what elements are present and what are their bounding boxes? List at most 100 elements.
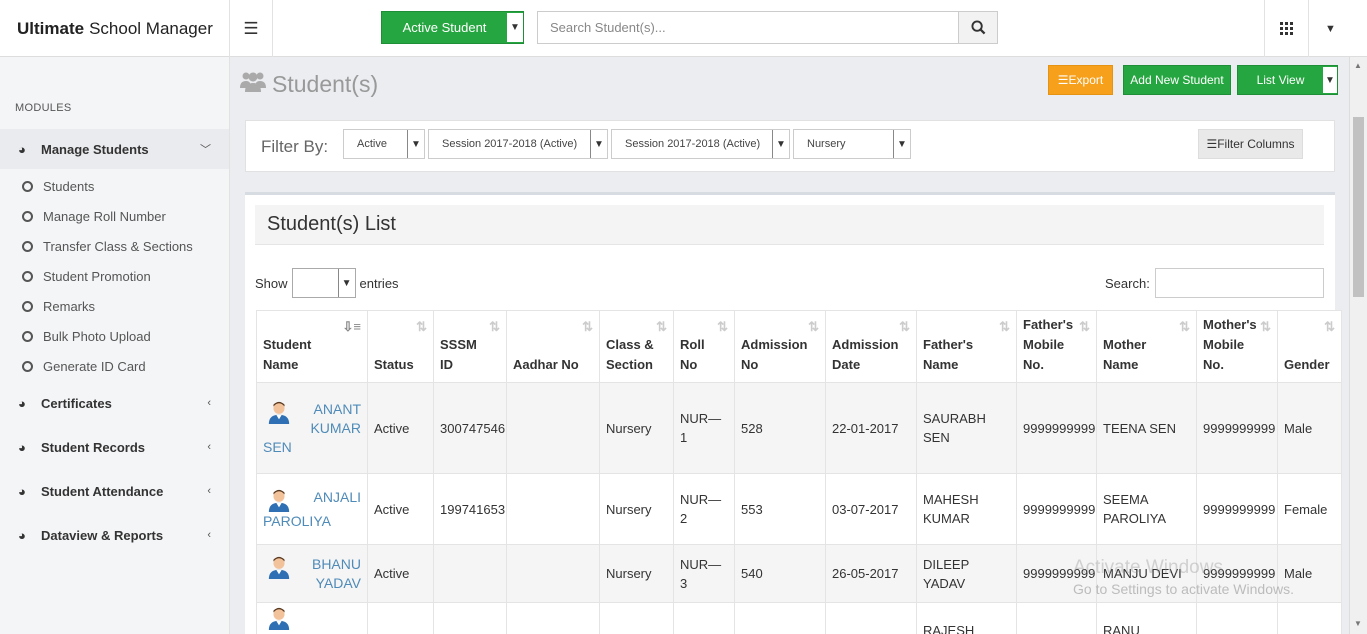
brand-logo[interactable]: Ultimate School Manager xyxy=(0,0,230,57)
student-name-link[interactable]: YADAV xyxy=(316,575,361,591)
chevron-down-icon: ▼ xyxy=(893,130,910,158)
table-row[interactable]: ANANT KUMAR SEN Active 300747546 Nursery… xyxy=(256,382,1342,474)
session-select-2[interactable]: Session 2017-2018 (Active) ▼ xyxy=(611,129,790,159)
table-row[interactable]: ANJALI PAROLIYA Active 199741653 Nursery… xyxy=(256,473,1342,545)
status-select[interactable]: Active ▼ xyxy=(343,129,425,159)
submenu-item-students[interactable]: Students xyxy=(0,171,229,201)
circle-icon xyxy=(22,330,33,342)
submenu-item-generate-id-card[interactable]: Generate ID Card xyxy=(0,351,229,381)
circle-icon xyxy=(22,240,33,252)
col-label: Status xyxy=(374,357,414,372)
scroll-up-icon[interactable]: ▲ xyxy=(1354,61,1362,70)
col-label: Date xyxy=(832,357,861,372)
aadhar-cell xyxy=(506,602,600,634)
col-label: Name xyxy=(1103,357,1139,372)
sidebar-item-student-records[interactable]: ◕ Student Records ‹ xyxy=(0,427,229,467)
mother-mobile-cell: 9999999999 xyxy=(1196,473,1278,545)
vertical-scrollbar[interactable]: ▲ ▼ xyxy=(1349,57,1367,634)
scroll-down-icon[interactable]: ▼ xyxy=(1354,619,1362,628)
col-class-section[interactable]: Class & Section ⇅ xyxy=(599,310,674,383)
admission-no-cell: 528 xyxy=(734,382,826,474)
col-mother-mobile[interactable]: Mother's Mobile No. ⇅ xyxy=(1196,310,1278,383)
sidebar-item-dataview-reports[interactable]: ◕ Dataview & Reports ‹ xyxy=(0,515,229,555)
student-name-link[interactable]: SEN xyxy=(263,439,292,455)
entries-label: entries xyxy=(359,275,399,291)
add-new-student-button[interactable]: Add New Student xyxy=(1123,65,1231,95)
aadhar-cell xyxy=(506,544,600,603)
student-name-link[interactable]: ANANT xyxy=(314,401,361,417)
admission-no-cell: 540 xyxy=(734,544,826,603)
session-select-value: Session 2017-2018 (Active) xyxy=(442,138,578,150)
table-search-input[interactable] xyxy=(1154,268,1324,298)
list-view-dropdown[interactable]: List View ▼ xyxy=(1237,65,1338,95)
search-button[interactable] xyxy=(958,11,998,44)
submenu-item-student-promotion[interactable]: Student Promotion xyxy=(0,261,229,291)
sidebar-item-label: Student Attendance xyxy=(41,483,164,499)
sort-icon: ⇅ xyxy=(1179,319,1190,334)
student-search-input[interactable]: Search Student(s)... xyxy=(537,11,959,44)
mother-name-cell: SEEMA PAROLIYA xyxy=(1096,473,1197,545)
session-select-1[interactable]: Session 2017-2018 (Active) ▼ xyxy=(428,129,608,159)
col-label: Admission xyxy=(832,337,899,352)
circle-icon xyxy=(22,300,33,312)
col-mother-name[interactable]: Mother Name ⇅ xyxy=(1096,310,1197,383)
chevron-down-icon: ▼ xyxy=(590,130,607,158)
dashboard-icon: ◕ xyxy=(18,395,26,411)
col-father-mobile[interactable]: Father's Mobile No. ⇅ xyxy=(1016,310,1097,383)
student-name-link[interactable]: KUMAR xyxy=(310,420,361,436)
student-name-link[interactable]: ANJALI xyxy=(314,489,361,505)
aadhar-cell xyxy=(506,473,600,545)
submenu-item-bulk-photo-upload[interactable]: Bulk Photo Upload xyxy=(0,321,229,351)
table-row[interactable]: RAJESH RANU xyxy=(256,602,1342,634)
col-father-name[interactable]: Father's Name ⇅ xyxy=(916,310,1017,383)
col-admission-date[interactable]: Admission Date ⇅ xyxy=(825,310,917,383)
sidebar-item-manage-students[interactable]: ◕ Manage Students ﹀ xyxy=(0,129,229,169)
avatar-icon xyxy=(268,607,290,630)
class-select[interactable]: Nursery ▼ xyxy=(793,129,911,159)
student-name-link[interactable]: PAROLIYA xyxy=(263,513,331,529)
sidebar-item-certificates[interactable]: ◕ Certificates ‹ xyxy=(0,383,229,423)
father-mobile-cell xyxy=(1016,602,1097,634)
entries-select[interactable]: ▼ xyxy=(291,268,356,298)
circle-icon xyxy=(22,210,33,222)
col-aadhar-no[interactable]: Aadhar No ⇅ xyxy=(506,310,600,383)
submenu-item-transfer-class[interactable]: Transfer Class & Sections xyxy=(0,231,229,261)
filter-columns-button[interactable]: ☰ Filter Columns xyxy=(1198,129,1303,159)
sort-asc-icon: ⇩≡ xyxy=(342,319,361,334)
roll-cell: NUR—1 xyxy=(673,382,735,474)
chevron-left-icon: ‹ xyxy=(207,397,211,409)
chevron-down-icon[interactable]: ▼ xyxy=(507,13,523,42)
col-status[interactable]: Status ⇅ xyxy=(367,310,434,383)
submenu-label: Students xyxy=(43,178,95,194)
father-name-cell: MAHESH KUMAR xyxy=(916,473,1017,545)
filter-label: Filter By: xyxy=(261,137,329,156)
sidebar-item-student-attendance[interactable]: ◕ Student Attendance ‹ xyxy=(0,471,229,511)
col-label: Student xyxy=(263,337,312,352)
col-admission-no[interactable]: Admission No ⇅ xyxy=(734,310,826,383)
col-roll-no[interactable]: Roll No ⇅ xyxy=(673,310,735,383)
user-menu-caret-icon[interactable]: ▼ xyxy=(1308,0,1352,57)
export-button[interactable]: ☰ Export xyxy=(1048,65,1113,95)
col-sssm-id[interactable]: SSSM ID ⇅ xyxy=(433,310,507,383)
col-student-name[interactable]: Student Name ⇩≡ xyxy=(256,310,368,383)
col-label: Mobile xyxy=(1023,337,1065,352)
list-icon: ☰ xyxy=(1057,73,1069,87)
brand-bold: Ultimate xyxy=(17,18,85,38)
status-cell: Active xyxy=(367,473,434,545)
status-cell: Active xyxy=(367,544,434,603)
col-gender[interactable]: Gender ⇅ xyxy=(1277,310,1342,383)
father-mobile-cell: 9999999999 xyxy=(1016,473,1097,545)
table-header-row: Student Name ⇩≡ Status ⇅ SSSM ID ⇅ Aadhar No ⇅… xyxy=(256,310,1342,383)
chevron-down-icon[interactable]: ▼ xyxy=(1323,67,1337,93)
sidebar: MODULES ◕ Manage Students ﹀ Students Man… xyxy=(0,57,230,634)
menu-toggle-icon[interactable]: ☰ xyxy=(230,0,273,57)
table-search: Search: xyxy=(1105,268,1324,298)
submenu-label: Manage Roll Number xyxy=(43,208,166,224)
apps-grid-icon[interactable] xyxy=(1264,0,1308,57)
submenu-item-remarks[interactable]: Remarks xyxy=(0,291,229,321)
student-name-link[interactable]: BHANU xyxy=(312,556,361,572)
submenu-item-manage-roll-number[interactable]: Manage Roll Number xyxy=(0,201,229,231)
scrollbar-thumb[interactable] xyxy=(1353,117,1364,297)
show-label: Show xyxy=(255,275,288,291)
active-student-dropdown[interactable]: Active Student ▼ xyxy=(381,11,524,44)
